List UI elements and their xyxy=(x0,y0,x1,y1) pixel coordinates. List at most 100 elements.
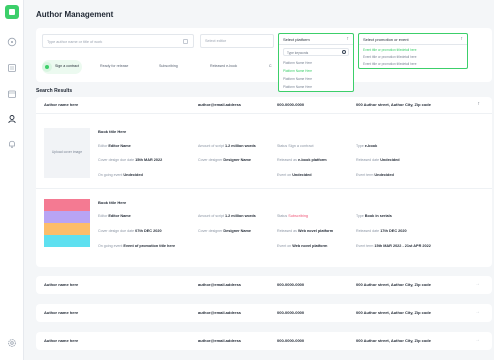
calendar-icon[interactable] xyxy=(7,89,17,99)
book-cover-image[interactable] xyxy=(44,199,90,247)
platform-option[interactable]: Platform Name Here xyxy=(283,77,312,81)
field-value: Undecided xyxy=(292,173,312,177)
book-cover-due: Cover design due date 07th DEC 2020 xyxy=(98,229,162,233)
promotion-dropdown-header[interactable]: Select promotion or event ↑ xyxy=(359,34,467,45)
field-value: 17th DEC 2020 xyxy=(380,229,407,233)
book-released-date: Released date 17th DEC 2020 xyxy=(356,229,407,233)
field-label: Type xyxy=(356,214,364,218)
book-cover-due: Cover design due date 15th MAR 2022 xyxy=(98,158,162,162)
author-address: 000 Author street, Author City, Zip code xyxy=(356,310,431,315)
field-value: e-book xyxy=(364,144,378,148)
author-email: author@email.address xyxy=(198,338,242,343)
field-value: Web novel platform xyxy=(292,244,328,248)
chevron-up-icon: ↑ xyxy=(346,36,350,42)
step-truncated[interactable]: C xyxy=(269,64,272,68)
chevron-down-icon[interactable]: → xyxy=(475,337,480,343)
platform-option[interactable]: Platform Name Here xyxy=(283,85,312,89)
author-email: author@email.address xyxy=(198,102,242,107)
platform-dropdown-header[interactable]: Select platform ↑ xyxy=(279,34,353,45)
author-address: 000 Author street, Author City, Zip code xyxy=(356,338,431,343)
bell-icon[interactable] xyxy=(7,139,17,149)
status-badge: Subscribing xyxy=(288,214,309,218)
search-input[interactable] xyxy=(47,37,177,46)
book-ongoing-event: On going event Event of promotion title … xyxy=(98,244,175,248)
logo-icon[interactable] xyxy=(5,5,19,19)
cover-stripe xyxy=(44,199,90,211)
field-label: Cover design due date xyxy=(98,229,135,233)
promotion-option[interactable]: Event title or promotion titledetail her… xyxy=(363,62,417,66)
step-subscribing[interactable]: Subscribing xyxy=(159,64,178,68)
author-name: Author name here xyxy=(44,102,79,107)
cover-upload[interactable]: Upload cover image xyxy=(44,128,90,178)
chevron-down-icon[interactable]: → xyxy=(475,309,480,315)
step-sign-contract[interactable]: Sign a contract xyxy=(42,60,82,74)
settings-icon[interactable] xyxy=(7,338,17,348)
field-value: Undecided xyxy=(374,173,394,177)
filter-icon[interactable] xyxy=(183,39,188,44)
platform-dropdown-label: Select platform xyxy=(283,37,310,42)
book-type: Type Book in serials xyxy=(356,214,392,218)
field-label: Released date xyxy=(356,229,380,233)
platform-option[interactable]: Platform Name Here xyxy=(283,61,312,65)
filter-panel: Select editor Sign a contract Ready for … xyxy=(36,28,492,92)
table-row[interactable]: Author name here author@email.address 00… xyxy=(36,277,492,292)
table-row[interactable]: Author name here author@email.address 00… xyxy=(36,333,492,348)
field-value: Editor Name xyxy=(108,214,131,218)
step-ready-for-release[interactable]: Ready for release xyxy=(100,64,128,68)
field-label: Amount of script xyxy=(198,214,224,218)
field-label: Released date xyxy=(356,158,380,162)
book-designer: Cover designer Designer Name xyxy=(198,158,251,162)
divider xyxy=(36,188,492,189)
promotion-dropdown[interactable]: Select promotion or event ↑ Event title … xyxy=(358,33,468,69)
platform-search-placeholder: Type keywords xyxy=(287,50,309,55)
field-value: Book in serials xyxy=(364,214,392,218)
dashboard-icon[interactable] xyxy=(7,37,17,47)
author-address: 000 Author street, Author City, Zip code xyxy=(356,102,431,107)
book-released-as: Released as e-book platform xyxy=(277,158,327,162)
search-field[interactable] xyxy=(42,34,194,48)
chevron-down-icon[interactable]: → xyxy=(475,281,480,287)
field-value: 07th DEC 2020 xyxy=(135,229,162,233)
cover-stripe xyxy=(44,223,90,235)
editor-select[interactable]: Select editor xyxy=(200,34,274,48)
book-amount: Amount of script 1.2 million words xyxy=(198,214,256,218)
field-label: On going event xyxy=(98,173,123,177)
book-event-on: Event on Web novel platform xyxy=(277,244,327,248)
platform-search-input[interactable]: Type keywords xyxy=(283,48,349,56)
author-phone: 000-0000-0000 xyxy=(277,282,305,287)
author-phone: 000-0000-0000 xyxy=(277,310,305,315)
field-label: On going event xyxy=(98,244,123,248)
chevron-up-icon[interactable]: ↑ xyxy=(478,101,481,107)
book-event-term: Event term Undecided xyxy=(356,173,394,177)
author-email: author@email.address xyxy=(198,282,242,287)
promotion-option[interactable]: Event title or promotion titledetail her… xyxy=(363,55,417,59)
field-value: Sign a contract xyxy=(288,144,314,148)
author-card[interactable]: Author name here author@email.address 00… xyxy=(36,304,492,322)
book-icon[interactable] xyxy=(7,63,17,73)
author-name: Author name here xyxy=(44,310,79,315)
field-label: Cover design due date xyxy=(98,158,135,162)
chevron-up-icon: ↑ xyxy=(460,36,464,42)
page-title: Author Management xyxy=(36,10,114,19)
promotion-option[interactable]: Event title or promotion titledetail her… xyxy=(363,48,417,52)
field-label: Event term xyxy=(356,244,374,248)
author-phone: 000-0000-0000 xyxy=(277,102,305,107)
platform-dropdown[interactable]: Select platform ↑ Type keywords Platform… xyxy=(278,33,354,92)
author-phone: 000-0000-0000 xyxy=(277,338,305,343)
search-icon xyxy=(342,50,346,54)
author-address: 000 Author street, Author City, Zip code xyxy=(356,282,431,287)
author-name: Author name here xyxy=(44,282,79,287)
field-label: Editor xyxy=(98,214,108,218)
field-value: Designer Name xyxy=(223,229,252,233)
field-value: Undecided xyxy=(123,173,143,177)
platform-option-highlighted[interactable]: Platform Name Here xyxy=(283,69,312,73)
table-row[interactable]: Author name here author@email.address 00… xyxy=(36,97,492,112)
user-icon[interactable] xyxy=(7,114,17,124)
sidebar xyxy=(0,0,24,360)
field-value: Event of promotion title here xyxy=(123,244,176,248)
table-row[interactable]: Author name here author@email.address 00… xyxy=(36,305,492,320)
author-card[interactable]: Author name here author@email.address 00… xyxy=(36,276,492,294)
field-label: Status xyxy=(277,144,288,148)
author-card[interactable]: Author name here author@email.address 00… xyxy=(36,332,492,350)
step-released-ebook[interactable]: Released e-book xyxy=(210,64,237,68)
